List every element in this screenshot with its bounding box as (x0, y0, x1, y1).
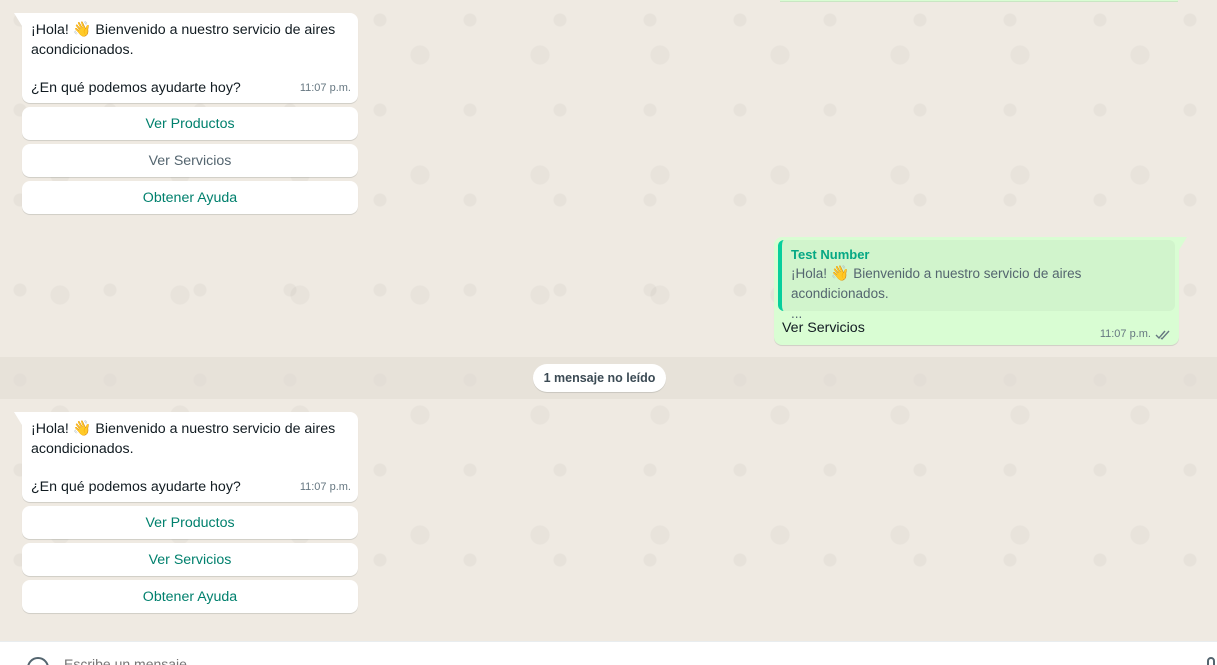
message-text: ¡Hola! 👋 Bienvenido a nuestro servicio d… (31, 21, 340, 58)
emoji-icon[interactable] (27, 657, 49, 665)
message-time: 11:07 p.m. (299, 480, 351, 493)
message-time: 11:07 p.m. (1099, 328, 1151, 340)
message-meta: 11:07 p.m. (1100, 328, 1171, 340)
waving-hand-emoji: 👋 (72, 420, 92, 437)
message-composer (0, 641, 1217, 665)
double-check-icon (1155, 330, 1170, 340)
message-time: 11:07 p.m. (299, 81, 351, 94)
message-input[interactable] (64, 656, 464, 665)
waving-hand-emoji: 👋 (830, 265, 850, 282)
quick-reply-ver-servicios[interactable]: Ver Servicios (22, 543, 358, 576)
quick-reply-ver-productos[interactable]: Ver Productos (22, 107, 358, 140)
incoming-message: ¡Hola! 👋 Bienvenido a nuestro servicio d… (14, 13, 358, 103)
quick-reply-obtener-ayuda[interactable]: Obtener Ayuda (22, 181, 358, 214)
chat-background: ¡Hola! 👋 Bienvenido a nuestro servicio d… (0, 0, 1217, 641)
quick-reply-obtener-ayuda[interactable]: Obtener Ayuda (22, 580, 358, 613)
quick-reply-ver-servicios[interactable]: Ver Servicios (22, 144, 358, 177)
unread-count-pill: 1 mensaje no leído (532, 364, 667, 392)
unread-divider: 1 mensaje no leído (0, 357, 1217, 399)
waving-hand-emoji: 👋 (72, 21, 92, 38)
quoted-message[interactable]: Test Number ¡Hola! 👋 Bienvenido a nuestr… (778, 240, 1175, 321)
quick-reply-ver-productos[interactable]: Ver Productos (22, 506, 358, 539)
previous-message-edge (780, 0, 1178, 2)
quoted-text: ¡Hola! 👋 Bienvenido a nuestro servicio d… (791, 265, 1082, 321)
quoted-author: Test Number (791, 247, 870, 262)
message-text: ¡Hola! 👋 Bienvenido a nuestro servicio d… (31, 420, 340, 457)
incoming-message: ¡Hola! 👋 Bienvenido a nuestro servicio d… (14, 412, 358, 502)
outgoing-message[interactable]: Test Number ¡Hola! 👋 Bienvenido a nuestr… (774, 237, 1187, 345)
mic-icon[interactable] (1207, 657, 1215, 665)
